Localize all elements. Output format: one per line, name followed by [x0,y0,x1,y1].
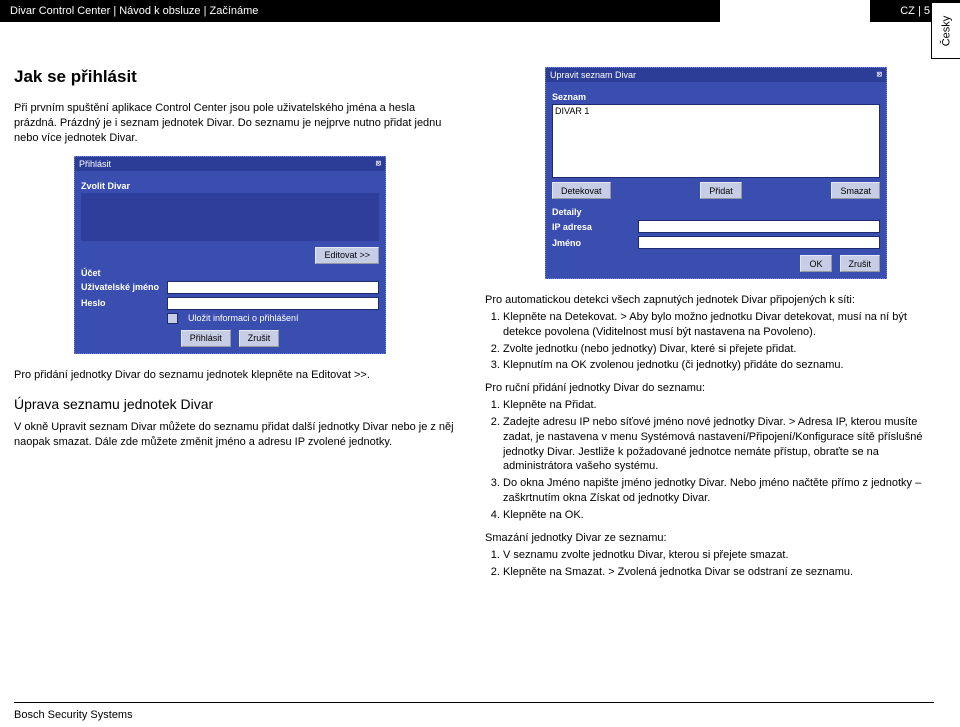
close-icon[interactable]: ⊠ [376,159,381,169]
auto-detect-heading: Pro automatickou detekci všech zapnutých… [485,293,934,308]
intro-text: Při prvním spuštění aplikace Control Cen… [14,101,459,146]
account-group-label: Účet [81,268,379,278]
add-button[interactable]: Přidat [700,182,742,199]
footer-divider [14,702,934,703]
list-item: Klepněte na Přidat. [503,398,934,413]
manual-add-heading: Pro ruční přidání jednotky Divar do sezn… [485,381,934,396]
list-item: Klepněte na Detekovat. > Aby bylo možno … [503,310,934,340]
list-item: Do okna Jméno napište jméno jednotky Div… [503,476,934,506]
delete-heading: Smazání jednotky Divar ze seznamu: [485,531,934,546]
username-input[interactable] [167,281,379,294]
list-item[interactable]: DIVAR 1 [555,106,589,116]
edit-list-para: V okně Upravit seznam Divar můžete do se… [14,420,459,450]
language-tab: Česky [931,2,960,59]
sub-note: > Zvolená jednotka Divar se odstraní ze … [608,566,853,578]
divar-select-area[interactable] [81,193,379,241]
detect-button[interactable]: Detekovat [552,182,611,199]
name-label: Jméno [552,238,632,248]
name-input[interactable] [638,236,880,249]
list-item: V seznamu zvolte jednotku Divar, kterou … [503,548,934,563]
list-item: Zadejte adresu IP nebo síťové jméno nové… [503,415,934,474]
delete-button[interactable]: Smazat [831,182,880,199]
list-group-label: Seznam [552,92,880,102]
list-item: Zvolte jednotku (nebo jednotky) Divar, k… [503,342,934,357]
ip-label: IP adresa [552,222,632,232]
header-bar: Divar Control Center | Návod k obsluze |… [0,0,960,22]
login-window: Přihlásit ⊠ Zvolit Divar Editovat >> Úče… [74,156,386,354]
footer-text: Bosch Security Systems [14,709,133,721]
after-login-text: Pro přidání jednotky Divar do seznamu je… [14,368,459,383]
list-item-text: Klepněte na Smazat. [503,566,605,578]
login-window-title: Přihlásit [79,159,111,169]
ok-button[interactable]: OK [800,255,831,272]
page-title: Jak se přihlásit [14,67,459,87]
list-item: Klepněte na Smazat. > Zvolená jednotka D… [503,565,934,580]
divar-listbox[interactable]: DIVAR 1 [552,104,880,178]
cancel-button[interactable]: Zrušit [239,330,280,347]
list-item: Klepnutím na OK zvolenou jednotku (či je… [503,358,934,373]
password-label: Heslo [81,298,161,308]
breadcrumb: Divar Control Center | Návod k obsluze |… [0,5,258,17]
list-item-text: Zadejte adresu IP nebo síťové jméno nové… [503,416,786,428]
remember-checkbox[interactable] [167,313,178,324]
login-button[interactable]: Přihlásit [181,330,231,347]
edit-button[interactable]: Editovat >> [315,247,379,264]
close-icon[interactable]: ⊠ [877,70,882,80]
edit-window-titlebar: Upravit seznam Divar ⊠ [546,68,886,82]
username-label: Uživatelské jméno [81,282,161,292]
edit-list-window: Upravit seznam Divar ⊠ Seznam DIVAR 1 De… [545,67,887,279]
list-item: Klepněte na OK. [503,508,934,523]
edit-list-subtitle: Úprava seznamu jednotek Divar [14,396,459,412]
ip-input[interactable] [638,220,880,233]
header-gap [720,0,870,22]
cancel-button[interactable]: Zrušit [840,255,881,272]
delete-list: V seznamu zvolte jednotku Divar, kterou … [485,548,934,580]
details-group-label: Detaily [552,207,880,217]
remember-label: Uložit informaci o přihlášení [188,313,299,323]
list-item-text: Klepněte na Detekovat. [503,311,617,323]
choose-divar-label: Zvolit Divar [81,181,379,191]
auto-detect-list: Klepněte na Detekovat. > Aby bylo možno … [485,310,934,373]
language-tab-label: Česky [940,15,952,46]
manual-add-list: Klepněte na Přidat. Zadejte adresu IP ne… [485,398,934,523]
password-input[interactable] [167,297,379,310]
edit-window-title: Upravit seznam Divar [550,70,636,80]
login-window-titlebar: Přihlásit ⊠ [75,157,385,171]
